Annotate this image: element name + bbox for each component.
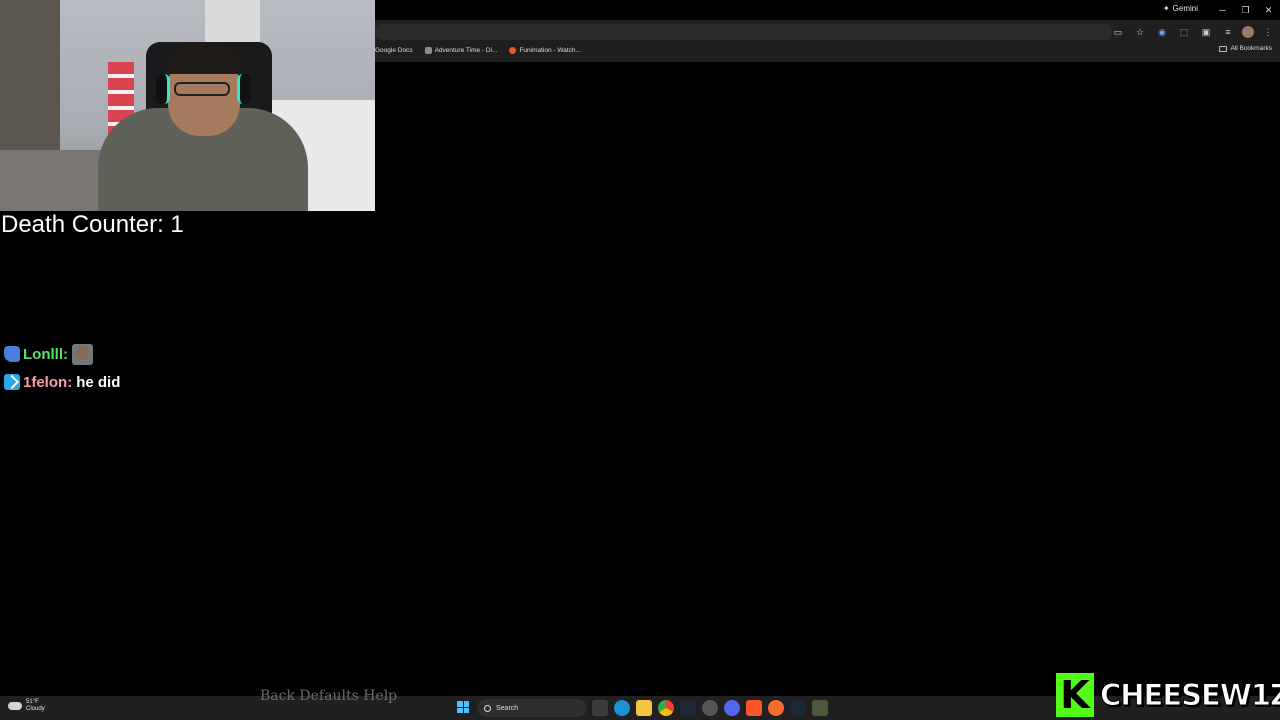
restore-icon[interactable]: ❐ — [1234, 0, 1257, 20]
chat-username: 1felon — [23, 373, 68, 391]
address-input[interactable] — [375, 24, 1112, 40]
weather-desc: Cloudy — [26, 706, 45, 712]
cloud-icon — [8, 702, 22, 710]
bookmark-label: Adventure Time - Di... — [434, 46, 498, 54]
audio-icon[interactable]: ◉ — [1154, 25, 1170, 39]
taskbar-apps — [592, 700, 828, 716]
emote-icon — [72, 343, 93, 365]
cast-icon[interactable]: ▭ — [1110, 25, 1126, 39]
death-counter: Death Counter: 1 — [1, 211, 184, 238]
thumb-icon — [4, 346, 20, 362]
bookmark-label: Funimation - Watch... — [519, 46, 581, 54]
profile-avatar[interactable] — [1242, 26, 1254, 38]
gemini-button[interactable]: ✦ Gemini — [1163, 4, 1198, 13]
media-icon[interactable]: ≡ — [1220, 25, 1236, 39]
chat-username: Lonlll — [23, 345, 63, 363]
chat-message: 1felon: he did — [4, 371, 120, 393]
window-controls: ─ ❐ ✕ — [1211, 0, 1280, 20]
brave-icon[interactable] — [746, 700, 762, 716]
origin-icon[interactable] — [768, 700, 784, 716]
bookmark-funimation[interactable]: Funimation - Watch... — [509, 46, 581, 54]
chat-colon: : — [67, 373, 73, 391]
toolbar-icons: ▭ ☆ ◉ ⬚ ▣ ≡ ⋮ — [1110, 25, 1276, 39]
prime-icon — [4, 374, 20, 390]
steam-icon[interactable] — [680, 700, 696, 716]
bookmarks-bar: Google Docs Adventure Time - Di... Funim… — [375, 43, 1280, 57]
search-icon — [484, 704, 491, 712]
app-icon[interactable] — [702, 700, 718, 716]
steam-icon[interactable] — [790, 700, 806, 716]
discord-icon[interactable] — [724, 700, 740, 716]
sidepanel-icon[interactable]: ▣ — [1198, 25, 1214, 39]
address-bar-row: ▭ ☆ ◉ ⬚ ▣ ≡ ⋮ — [375, 22, 1280, 42]
gemini-label: Gemini — [1172, 4, 1198, 13]
weather-widget[interactable]: 51°F Cloudy — [8, 699, 45, 713]
bookmark-adventure-time[interactable]: Adventure Time - Di... — [424, 46, 498, 54]
edge-icon[interactable] — [614, 700, 630, 716]
sparkle-icon: ✦ — [1162, 4, 1170, 13]
bookmark-favicon-icon — [424, 46, 432, 54]
channel-name: CHEESEW1Z — [1099, 678, 1280, 713]
files-icon[interactable] — [592, 700, 608, 716]
explorer-icon[interactable] — [636, 700, 652, 716]
weather-temp: 51°F — [26, 699, 39, 705]
webcam-overlay — [0, 0, 375, 211]
folder-icon — [1219, 45, 1228, 52]
all-bookmarks-button[interactable]: All Bookmarks — [1219, 45, 1272, 52]
bookmark-google-docs[interactable]: Google Docs — [375, 47, 413, 54]
windows-start-icon[interactable] — [457, 701, 469, 713]
chat-message: Lonlll: — [4, 343, 120, 365]
bookmark-label: Google Docs — [375, 46, 413, 54]
kick-channel-logo: K CHEESEW1Z — [1056, 673, 1280, 717]
game-icon[interactable] — [812, 700, 828, 716]
chrome-icon[interactable] — [658, 700, 674, 716]
taskbar-search[interactable]: Search — [477, 699, 587, 717]
star-icon[interactable]: ☆ — [1132, 25, 1148, 39]
bookmark-favicon-icon — [509, 46, 517, 54]
game-hint-text: Back Defaults Help — [260, 688, 398, 704]
extensions-icon[interactable]: ⬚ — [1176, 25, 1192, 39]
search-placeholder: Search — [496, 704, 519, 712]
close-icon[interactable]: ✕ — [1257, 0, 1280, 20]
menu-icon[interactable]: ⋮ — [1260, 25, 1276, 39]
kick-logo-icon: K — [1056, 673, 1094, 717]
chat-overlay: Lonlll: 1felon: he did — [4, 343, 120, 399]
chat-text: he did — [76, 373, 121, 391]
minimize-icon[interactable]: ─ — [1211, 0, 1234, 20]
all-bookmarks-label: All Bookmarks — [1230, 45, 1272, 52]
chat-colon: : — [63, 345, 68, 363]
browser-titlebar: ✦ Gemini ─ ❐ ✕ — [375, 0, 1280, 20]
